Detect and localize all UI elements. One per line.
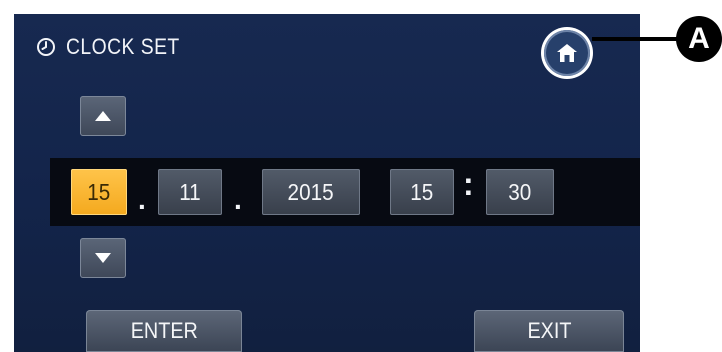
minute-field[interactable]: 30 <box>486 169 554 215</box>
callout-badge: A <box>676 16 722 62</box>
date-separator: . <box>234 184 242 215</box>
triangle-up-icon <box>95 111 111 121</box>
year-value: 2015 <box>287 178 335 205</box>
month-field[interactable]: 11 <box>158 169 222 215</box>
day-value: 15 <box>87 178 111 205</box>
home-icon <box>557 44 577 62</box>
hour-field[interactable]: 15 <box>390 169 454 215</box>
hour-value: 15 <box>410 178 434 205</box>
page-title: CLOCK SET <box>66 34 180 59</box>
increment-button[interactable] <box>80 96 126 136</box>
callout-label: A <box>688 22 710 55</box>
minute-value: 30 <box>508 178 532 205</box>
date-separator: . <box>138 184 146 215</box>
clock-set-screen: CLOCK SET 15 . 11 . 2015 15: 30 ENTER E… <box>14 14 640 352</box>
exit-label: EXIT <box>526 318 572 343</box>
enter-label: ENTER <box>130 318 198 343</box>
figure-page: CLOCK SET 15 . 11 . 2015 15: 30 ENTER E… <box>0 0 722 352</box>
datetime-strip: 15 . 11 . 2015 15 : 30 <box>50 158 640 226</box>
time-separator: : <box>463 166 474 202</box>
clock-icon <box>37 38 55 56</box>
callout-leader-line <box>592 37 678 41</box>
year-field[interactable]: 2015 <box>262 169 360 215</box>
exit-button[interactable]: EXIT <box>474 310 624 352</box>
triangle-down-icon <box>95 253 111 263</box>
day-field[interactable]: 15 <box>71 169 127 215</box>
title-bar: CLOCK SET <box>36 34 195 60</box>
decrement-button[interactable] <box>80 238 126 278</box>
home-button[interactable] <box>544 30 590 76</box>
month-value: 11 <box>179 178 201 205</box>
enter-button[interactable]: ENTER <box>86 310 242 352</box>
